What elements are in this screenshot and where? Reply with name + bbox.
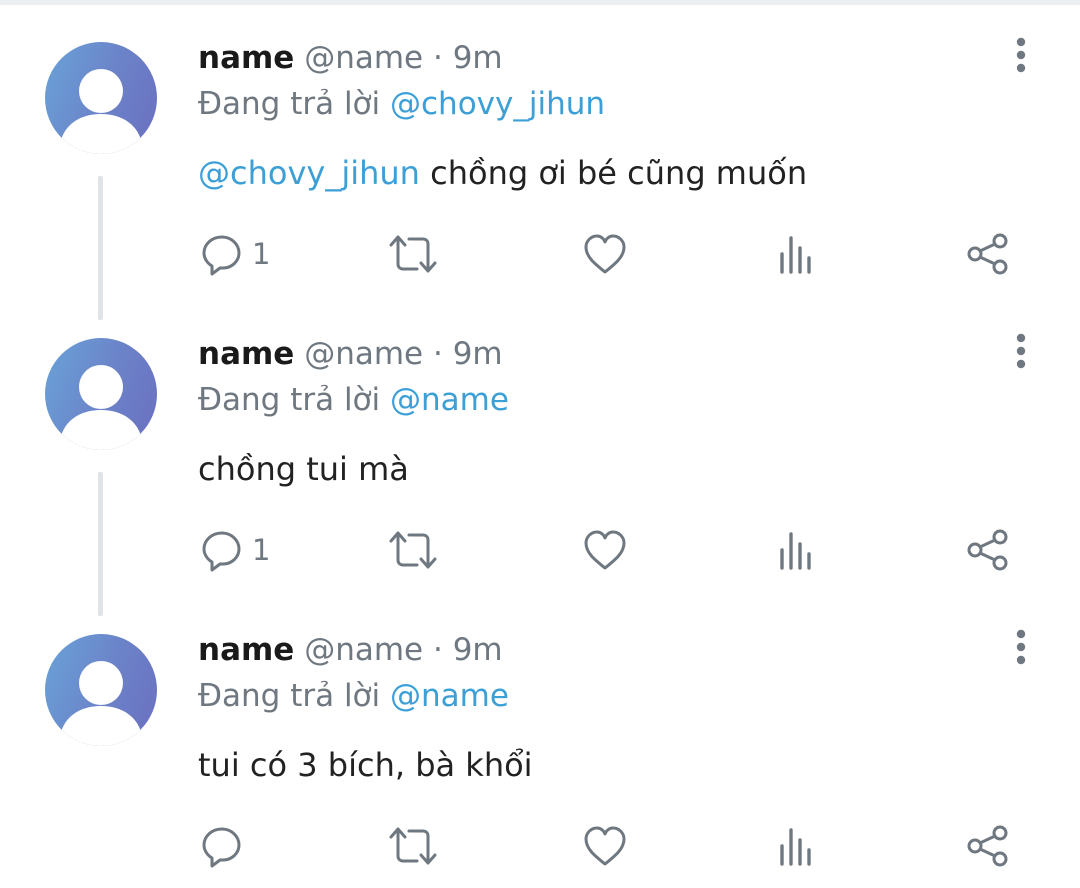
like-button[interactable] bbox=[582, 822, 628, 870]
tweet-text: @chovy_jihun chồng ơi bé cũng muốn bbox=[198, 150, 807, 196]
retweet-button[interactable] bbox=[387, 822, 439, 870]
share-icon bbox=[967, 529, 1008, 571]
display-name[interactable]: name bbox=[198, 336, 294, 372]
share-button[interactable] bbox=[966, 230, 1012, 278]
avatar[interactable] bbox=[45, 338, 157, 450]
handle[interactable]: @name bbox=[304, 40, 423, 76]
timestamp[interactable]: 9m bbox=[453, 336, 503, 372]
default-avatar-icon bbox=[59, 69, 143, 154]
share-button[interactable] bbox=[966, 526, 1012, 574]
avatar[interactable] bbox=[45, 634, 157, 746]
retweet-icon bbox=[389, 827, 437, 865]
reply-icon bbox=[202, 531, 241, 572]
retweet-icon bbox=[389, 531, 437, 569]
display-name[interactable]: name bbox=[198, 632, 294, 668]
avatar[interactable] bbox=[45, 42, 157, 154]
reply-button[interactable]: 1 bbox=[200, 526, 270, 574]
separator-dot: · bbox=[432, 336, 443, 372]
share-icon bbox=[967, 825, 1008, 867]
share-button[interactable] bbox=[966, 822, 1012, 870]
reply-button[interactable]: 1 bbox=[200, 230, 270, 278]
tweet-header: name @name · 9m bbox=[198, 36, 503, 80]
analytics-button[interactable] bbox=[777, 822, 817, 870]
separator-dot: · bbox=[432, 40, 443, 76]
more-options-button[interactable] bbox=[1008, 628, 1034, 668]
replying-to-label: Đang trả lời bbox=[198, 678, 381, 714]
replying-to: Đang trả lời @chovy_jihun bbox=[198, 82, 605, 126]
more-options-button[interactable] bbox=[1008, 36, 1034, 76]
default-avatar-icon bbox=[59, 365, 143, 450]
tweet-text: chồng tui mà bbox=[198, 446, 409, 492]
like-icon bbox=[584, 530, 626, 570]
reply-button[interactable] bbox=[200, 822, 252, 870]
replying-to-label: Đang trả lời bbox=[198, 382, 381, 418]
tweet-item[interactable]: name @name · 9m Đang trả lời @chovy_jihu… bbox=[0, 0, 1080, 320]
tweet-header: name @name · 9m bbox=[198, 628, 503, 672]
tweet-item[interactable]: name @name · 9m Đang trả lời @name tui c… bbox=[0, 592, 1080, 887]
analytics-button[interactable] bbox=[777, 230, 817, 278]
tweet-text: tui có 3 bích, bà khổi bbox=[198, 742, 533, 788]
retweet-button[interactable] bbox=[387, 526, 439, 574]
tweet-header: name @name · 9m bbox=[198, 332, 503, 376]
reply-count: 1 bbox=[252, 237, 271, 271]
reply-icon bbox=[202, 827, 241, 868]
handle[interactable]: @name bbox=[304, 632, 423, 668]
analytics-icon bbox=[780, 532, 811, 570]
replying-to-mention[interactable]: @name bbox=[390, 382, 509, 418]
body-text: chồng ơi bé cũng muốn bbox=[419, 154, 808, 192]
timestamp[interactable]: 9m bbox=[453, 40, 503, 76]
like-button[interactable] bbox=[582, 230, 628, 278]
replying-to-mention[interactable]: @name bbox=[390, 678, 509, 714]
timestamp[interactable]: 9m bbox=[453, 632, 503, 668]
default-avatar-icon bbox=[59, 661, 143, 746]
more-options-button[interactable] bbox=[1008, 332, 1034, 372]
like-icon bbox=[584, 234, 626, 274]
replying-to: Đang trả lời @name bbox=[198, 674, 509, 718]
body-text: tui có 3 bích, bà khổi bbox=[198, 746, 533, 784]
retweet-icon bbox=[389, 235, 437, 273]
analytics-icon bbox=[780, 828, 811, 866]
share-icon bbox=[967, 233, 1008, 275]
tweet-item[interactable]: name @name · 9m Đang trả lời @name chồng… bbox=[0, 296, 1080, 616]
replying-to: Đang trả lời @name bbox=[198, 378, 509, 422]
reply-count: 1 bbox=[252, 533, 271, 567]
separator-dot: · bbox=[432, 632, 443, 668]
replying-to-mention[interactable]: @chovy_jihun bbox=[390, 86, 605, 122]
display-name[interactable]: name bbox=[198, 40, 294, 76]
more-icon bbox=[1016, 333, 1026, 369]
more-icon bbox=[1016, 37, 1026, 73]
like-button[interactable] bbox=[582, 526, 628, 574]
analytics-button[interactable] bbox=[777, 526, 817, 574]
more-icon bbox=[1016, 629, 1026, 665]
body-mention[interactable]: @chovy_jihun bbox=[198, 154, 420, 192]
replying-to-label: Đang trả lời bbox=[198, 86, 381, 122]
reply-icon bbox=[202, 235, 241, 276]
like-icon bbox=[584, 826, 626, 866]
body-text: chồng tui mà bbox=[198, 450, 409, 488]
retweet-button[interactable] bbox=[387, 230, 439, 278]
analytics-icon bbox=[780, 236, 811, 274]
handle[interactable]: @name bbox=[304, 336, 423, 372]
